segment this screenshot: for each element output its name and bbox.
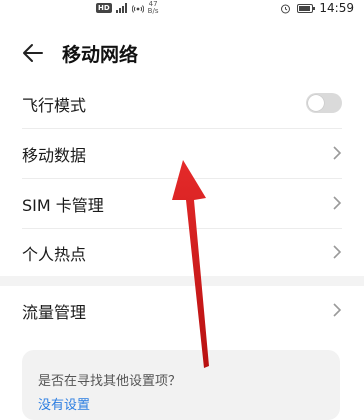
status-time: 14:59 [319, 1, 354, 15]
setting-row-data-usage[interactable]: 流量管理 [0, 286, 364, 336]
suggestion-link[interactable]: 没有设置 [38, 394, 90, 413]
setting-label: 流量管理 [22, 303, 87, 322]
hotspot-icon [131, 5, 144, 13]
chevron-right-icon [333, 303, 342, 317]
signal-icon [115, 3, 127, 13]
setting-label: 移动数据 [22, 146, 87, 165]
airplane-mode-toggle[interactable] [306, 93, 342, 113]
setting-label: SIM 卡管理 [22, 196, 104, 215]
setting-row-mobile-data[interactable]: 移动数据 [0, 129, 364, 179]
toggle-knob [308, 95, 324, 111]
battery-icon [297, 3, 316, 13]
alarm-icon [281, 4, 291, 13]
chevron-right-icon [333, 196, 342, 210]
chevron-right-icon [333, 245, 342, 259]
setting-label: 个人热点 [22, 245, 87, 264]
suggestion-card: 是否在寻找其他设置项？ 没有设置 [22, 350, 340, 420]
page-title: 移动网络 [62, 44, 139, 66]
setting-label: 飞行模式 [22, 96, 87, 115]
status-right: 14:59 [280, 0, 354, 16]
network-speed-unit: B/s [147, 7, 159, 15]
chevron-right-icon [333, 146, 342, 160]
setting-row-sim-management[interactable]: SIM 卡管理 [0, 179, 364, 229]
status-left: HD 47 B/s [96, 0, 158, 16]
setting-row-personal-hotspot[interactable]: 个人热点 [0, 228, 364, 278]
suggestion-title: 是否在寻找其他设置项？ [38, 374, 182, 389]
network-speed: 47 B/s [148, 1, 159, 15]
hd-badge: HD [96, 3, 112, 13]
status-bar: HD 47 B/s 14:59 [0, 0, 364, 18]
arrow-left-icon[interactable] [20, 40, 46, 66]
page-header: 移动网络 [0, 30, 364, 74]
section-separator [0, 276, 364, 286]
setting-row-airplane-mode[interactable]: 飞行模式 [0, 79, 364, 129]
